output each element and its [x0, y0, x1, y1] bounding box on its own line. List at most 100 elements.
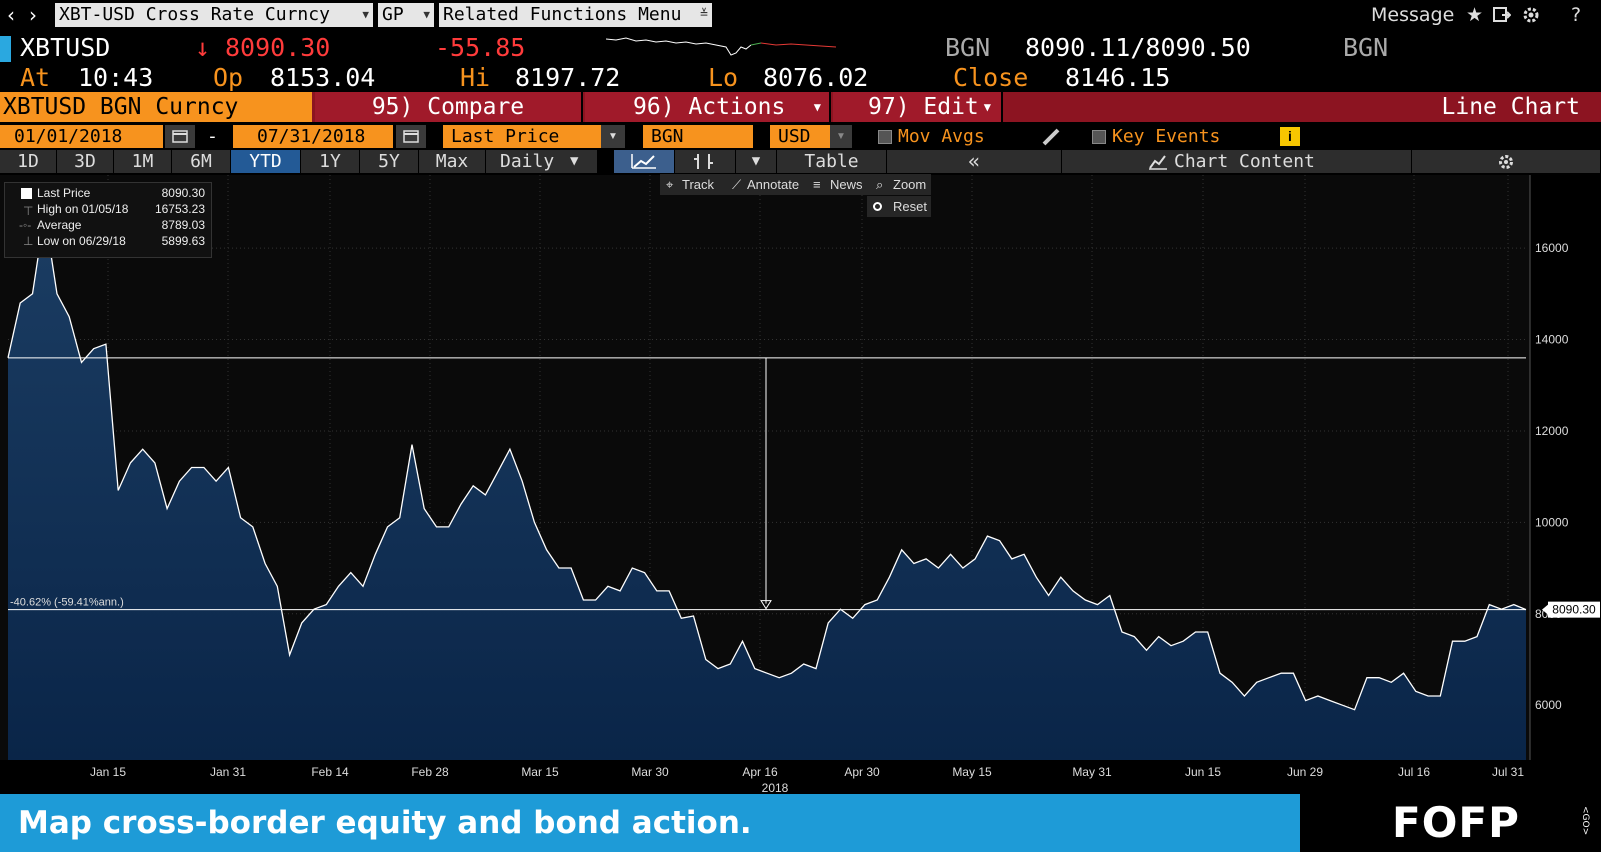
chart-legend: Last Price 8090.30 ⊤ High on 01/05/18 16… [4, 182, 212, 258]
x-tick-label: Feb 14 [311, 765, 349, 779]
calendar-icon[interactable] [396, 125, 426, 148]
x-tick-label: Jul 31 [1492, 765, 1524, 779]
bid-ask: 8090.11/8090.50 [1025, 33, 1251, 62]
y-tick-label: 14000 [1535, 333, 1569, 347]
key-events-checkbox[interactable] [1092, 130, 1106, 144]
open-label: Op [213, 63, 244, 92]
message-button[interactable]: Message [1371, 4, 1454, 26]
currency-field[interactable]: USD [770, 125, 830, 148]
info-icon[interactable]: i [1280, 127, 1300, 146]
period-6m[interactable]: 6M [172, 150, 231, 173]
export-icon[interactable] [1493, 6, 1512, 24]
period-1y[interactable]: 1Y [301, 150, 360, 173]
annotate-icon: ⟋ [732, 177, 742, 192]
help-icon[interactable]: ? [1571, 4, 1581, 26]
y-tick-label: 6000 [1535, 698, 1562, 712]
close-price: 8146.15 [1065, 63, 1171, 92]
chart-settings-button[interactable] [1412, 150, 1601, 173]
low-marker-icon: ⊥ [23, 234, 34, 248]
x-axis: Jan 15 Jan 31 Feb 14 Feb 28 Mar 15 Mar 30 Apr … [90, 765, 1524, 779]
track-tool[interactable]: Track [682, 174, 714, 195]
gear-icon[interactable] [1521, 5, 1541, 25]
ad-brand[interactable]: FOFP [1392, 800, 1520, 846]
security-select[interactable]: XBT-USD Cross Rate Curncy ▼ [55, 3, 373, 27]
radio-icon [873, 202, 882, 211]
compare-tab[interactable]: 95) Compare [315, 92, 583, 122]
open-price: 8153.04 [270, 63, 376, 92]
y-tick-label: 10000 [1535, 515, 1569, 529]
period-max[interactable]: Max [419, 150, 486, 173]
table-button[interactable]: Table [777, 150, 887, 173]
ad-banner[interactable]: Map cross-border equity and bond action. [0, 794, 1300, 852]
reset-tool[interactable]: Reset [867, 196, 931, 217]
function-select[interactable]: GP ▼ [378, 3, 434, 27]
period-1d[interactable]: 1D [0, 150, 57, 173]
ask-source: BGN [1343, 33, 1389, 62]
period-3d[interactable]: 3D [57, 150, 114, 173]
chevron-down-icon: ▼ [813, 100, 821, 114]
security-select-value: XBT-USD Cross Rate Curncy [59, 4, 330, 25]
down-arrow-icon: ↓ [195, 33, 211, 62]
news-tool[interactable]: News [830, 174, 863, 195]
period-5y[interactable]: 5Y [360, 150, 419, 173]
chevron-down-icon[interactable]: ▼ [601, 125, 625, 148]
frequency-label: Daily [500, 151, 555, 172]
x-tick-label: Apr 16 [742, 765, 778, 779]
chart-content-icon [1148, 153, 1168, 171]
x-tick-label: May 15 [952, 765, 992, 779]
mov-avgs-checkbox[interactable] [878, 130, 892, 144]
chevron-down-icon[interactable]: ▼ [830, 125, 852, 148]
actions-tab[interactable]: 96) Actions ▼ [585, 92, 831, 122]
chevron-down-icon: ▼ [362, 8, 369, 21]
chevron-down-icon: ▼ [983, 100, 991, 114]
x-tick-label: Apr 30 [844, 765, 880, 779]
return-label: -40.62% (-59.41%ann.) [10, 597, 124, 609]
legend-label-last: Last Price [37, 186, 91, 200]
ad-text: Map cross-border equity and bond action. [18, 805, 752, 841]
ticker: XBTUSD [20, 33, 111, 62]
low-label: Lo [708, 63, 739, 92]
period-ytd[interactable]: YTD [231, 150, 301, 173]
end-date-field[interactable]: 07/31/2018 [233, 125, 393, 148]
legend-label-low: Low on 06/29/18 [37, 234, 126, 248]
bid-source: BGN [945, 33, 991, 62]
low-price: 8076.02 [763, 63, 869, 92]
chevron-down-icon: ▼ [570, 153, 579, 169]
gear-icon [1497, 153, 1515, 171]
back-arrow-icon[interactable]: ‹ [2, 4, 20, 26]
period-1m[interactable]: 1M [114, 150, 172, 173]
pencil-icon[interactable] [1041, 127, 1061, 147]
star-icon[interactable]: ★ [1466, 4, 1483, 26]
reset-label: Reset [893, 199, 927, 214]
legend-value-high: 16753.23 [154, 202, 205, 216]
frequency-select[interactable]: Daily ▼ [486, 150, 598, 173]
average-marker-icon: -◦- [19, 218, 32, 232]
chart-content-button[interactable]: Chart Content [1062, 150, 1412, 173]
line-chart-icon[interactable] [614, 150, 675, 173]
x-tick-label: Jun 15 [1185, 765, 1221, 779]
x-tick-label: Mar 30 [631, 765, 669, 779]
x-tick-label: May 31 [1072, 765, 1112, 779]
edit-tab-label: 97) Edit [868, 94, 979, 120]
related-functions-menu[interactable]: Related Functions Menu ≚ [439, 3, 712, 27]
annotate-tool[interactable]: Annotate [747, 174, 799, 195]
calendar-icon[interactable] [165, 125, 195, 148]
mov-avgs-label: Mov Avgs [898, 126, 985, 147]
source-field[interactable]: BGN [643, 125, 753, 148]
x-tick-label: Jul 16 [1398, 765, 1430, 779]
last-price: 8090.30 [225, 33, 331, 62]
x-tick-label: Jan 31 [210, 765, 246, 779]
bar-chart-icon[interactable] [675, 150, 736, 173]
field-select[interactable]: Last Price [443, 125, 601, 148]
forward-arrow-icon[interactable]: › [24, 4, 42, 26]
track-icon: ⌖ [666, 177, 674, 192]
start-date-field[interactable]: 01/01/2018 [0, 125, 163, 148]
chevron-down-icon[interactable]: ▼ [736, 150, 777, 173]
collapse-panel-button[interactable]: « [887, 150, 1062, 173]
legend-label-average: Average [37, 218, 82, 232]
legend-value-average: 8789.03 [161, 218, 205, 232]
zoom-tool[interactable]: Zoom [893, 174, 926, 195]
high-label: Hi [460, 63, 491, 92]
edit-tab[interactable]: 97) Edit ▼ [833, 92, 1003, 122]
price-chart[interactable]: 6000800010000120001400016000 Jan 15Jan 3… [0, 175, 1601, 795]
